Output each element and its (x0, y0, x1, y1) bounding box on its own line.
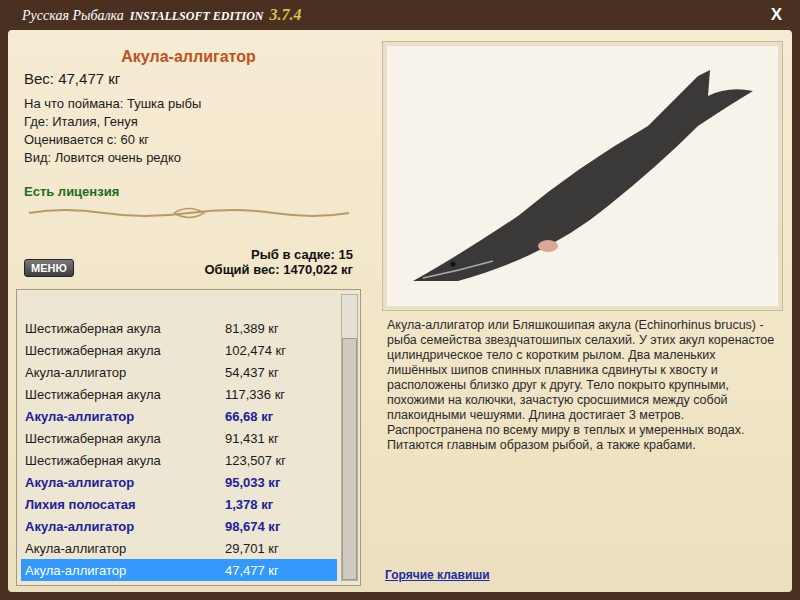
fish-photo-frame (383, 42, 782, 310)
row-weight: 81,389 кг (225, 321, 279, 336)
row-fish-name: Акула-аллигатор (25, 541, 225, 556)
row-fish-name: Шестижаберная акула (25, 321, 225, 336)
scrollbar[interactable] (341, 294, 358, 581)
row-fish-name: Лихия полосатая (25, 497, 225, 512)
catch-row[interactable]: Шестижаберная акула81,389 кг (21, 317, 337, 339)
row-fish-name: Шестижаберная акула (25, 387, 225, 402)
fish-name: Акула-аллигатор (24, 48, 353, 66)
row-weight: 1,378 кг (225, 497, 273, 512)
row-weight: 29,701 кг (225, 541, 279, 556)
license-status: Есть лицензия (24, 184, 353, 199)
fish-detail: Оценивается с: 60 кг (24, 131, 353, 148)
close-button[interactable]: X (767, 5, 786, 25)
fish-detail: Вид: Ловится очень редко (24, 149, 353, 166)
scrollbar-track (341, 294, 358, 581)
keepnet-stats: Рыб в садке: 15Общий вес: 1470,022 кг (204, 247, 353, 277)
catch-row[interactable]: Шестижаберная акула91,431 кг (21, 427, 337, 449)
catch-row[interactable]: Шестижаберная акула123,507 кг (21, 449, 337, 471)
row-weight: 54,437 кг (225, 365, 279, 380)
fish-count: Рыб в садке: 15 (204, 247, 353, 262)
title-bar: Русская Рыбалка INSTALLSOFT EDITION 3.7.4 X (8, 0, 792, 30)
logo-version: 3.7.4 (269, 6, 301, 24)
catch-row[interactable]: Акула-аллигатор98,674 кг (21, 515, 337, 537)
catch-row[interactable]: Акула-аллигатор66,68 кг (21, 405, 337, 427)
row-fish-name: Акула-аллигатор (25, 475, 225, 490)
spacer (383, 453, 782, 568)
catch-row[interactable]: Акула-аллигатор54,437 кг (21, 361, 337, 383)
row-fish-name: Шестижаберная акула (25, 343, 225, 358)
row-weight: 98,674 кг (225, 519, 280, 534)
catch-list-panel: Шестижаберная акула81,389 кгШестижаберна… (16, 289, 361, 586)
scrollbar-thumb[interactable] (342, 338, 357, 580)
catch-row[interactable]: Акула-аллигатор95,033 кг (21, 471, 337, 493)
catch-list: Шестижаберная акула81,389 кгШестижаберна… (21, 294, 337, 581)
row-fish-name: Акула-аллигатор (25, 519, 225, 534)
fish-info-screen: Русская Рыбалка INSTALLSOFT EDITION 3.7.4 X… (0, 0, 800, 600)
row-fish-name: Акула-аллигатор (25, 409, 225, 424)
row-weight: 117,336 кг (225, 387, 285, 402)
left-column: Акула-аллигатор Вес: 47,477 кг На что пойм… (16, 38, 361, 586)
flourish-icon (24, 205, 354, 221)
row-weight: 123,507 кг (225, 453, 286, 468)
row-fish-name: Акула-аллигатор (25, 365, 225, 380)
row-fish-name: Акула-аллигатор (25, 563, 225, 578)
catch-row[interactable]: Лихия полосатая1,378 кг (21, 493, 337, 515)
catch-row[interactable]: Акула-аллигатор29,701 кг (21, 537, 337, 559)
parchment: Акула-аллигатор Вес: 47,477 кг На что пойм… (8, 30, 792, 592)
fish-picture-icon (398, 56, 768, 296)
row-fish-name: Шестижаберная акула (25, 453, 225, 468)
info-footer: МЕНЮ Рыб в садке: 15Общий вес: 1470,022 к… (24, 247, 353, 281)
fish-weight: Вес: 47,477 кг (24, 70, 353, 87)
catch-row[interactable]: Шестижаберная акула117,336 кг (21, 383, 337, 405)
fish-info-panel: Акула-аллигатор Вес: 47,477 кг На что пойм… (16, 38, 361, 281)
row-weight: 102,474 кг (225, 343, 286, 358)
right-column: Акула-аллигатор или Бляшкошипая акула (E… (383, 38, 782, 586)
menu-button[interactable]: МЕНЮ (24, 259, 74, 277)
fish-detail: На что поймана: Тушка рыбы (24, 95, 353, 112)
catch-row[interactable]: Шестижаберная акула102,474 кг (21, 339, 337, 361)
row-weight: 91,431 кг (225, 431, 279, 446)
row-weight: 66,68 кг (225, 409, 273, 424)
catch-row[interactable]: Акула-аллигатор47,477 кг (21, 559, 337, 581)
fish-detail: Где: Италия, Генуя (24, 113, 353, 130)
hotkeys-link[interactable]: Горячие клавиши (383, 568, 782, 586)
row-weight: 95,033 кг (225, 475, 280, 490)
fish-details: На что поймана: Тушка рыбыГде: Италия, Г… (24, 95, 353, 166)
logo-edition: INSTALLSOFT EDITION (130, 9, 264, 24)
total-weight: Общий вес: 1470,022 кг (204, 262, 353, 277)
row-weight: 47,477 кг (225, 563, 279, 578)
game-logo: Русская Рыбалка INSTALLSOFT EDITION 3.7.4 (22, 6, 301, 24)
row-fish-name: Шестижаберная акула (25, 431, 225, 446)
logo-title: Русская Рыбалка (22, 8, 124, 24)
fish-description: Акула-аллигатор или Бляшкошипая акула (E… (383, 318, 782, 453)
